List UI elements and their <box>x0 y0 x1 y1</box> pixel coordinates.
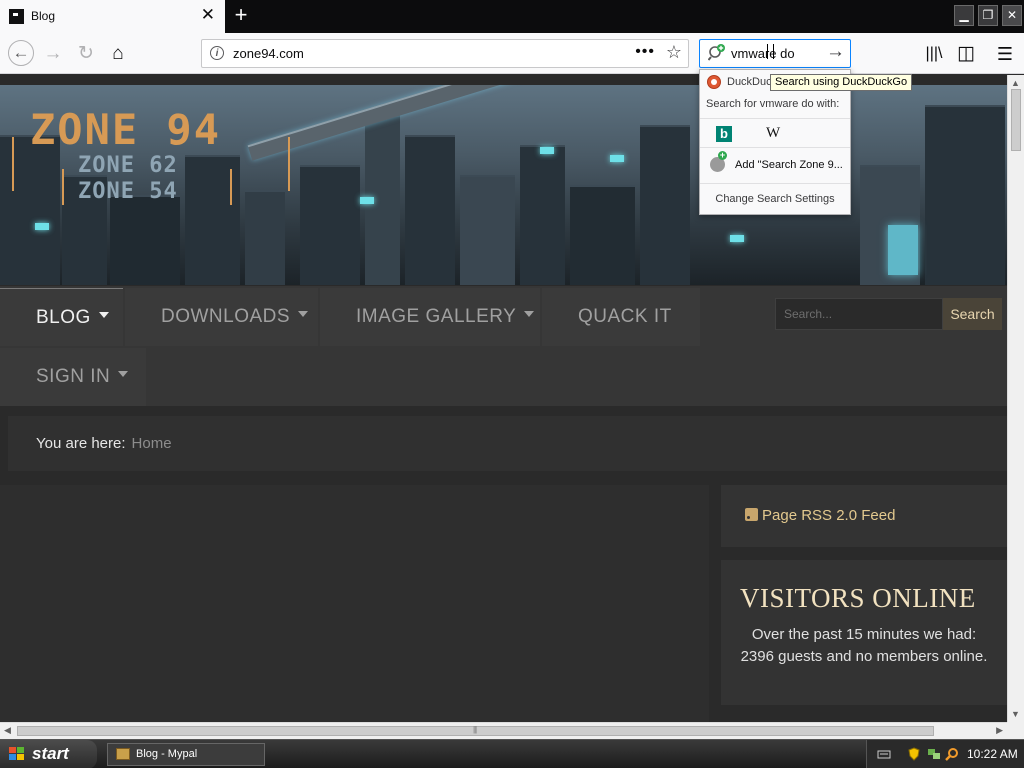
page-actions-icon[interactable]: ••• <box>635 43 655 61</box>
scroll-down-icon[interactable]: ▼ <box>1011 709 1020 719</box>
nav-item-label: DOWNLOADS <box>161 306 291 327</box>
breadcrumb-prefix: You are here: <box>36 435 126 452</box>
site-logo[interactable]: ZONE 94 <box>30 105 221 154</box>
new-tab-button[interactable]: + <box>229 2 253 28</box>
window-close-button[interactable]: ✕ <box>1002 5 1022 26</box>
scroll-up-icon[interactable]: ▲ <box>1011 78 1020 88</box>
nav-item-blog[interactable]: BLOG <box>0 288 123 346</box>
system-tray: 10:22 AM <box>866 740 1024 768</box>
vertical-scroll-thumb[interactable] <box>1011 89 1021 151</box>
rss-feed-link[interactable]: Page RSS 2.0 Feed <box>762 507 895 524</box>
visitors-text: Over the past 15 minutes we had: 2396 gu… <box>740 626 988 665</box>
search-with-label: Search for vmware do with: <box>706 98 840 110</box>
search-bar[interactable]: vmware do → <box>699 39 851 68</box>
nav-item-sign-in[interactable]: SIGN IN <box>0 348 146 406</box>
taskbar-item-label: Blog - Mypal <box>136 748 198 760</box>
web-page: ZONE 94 ZONE 62 ZONE 54 BLOG DOWNLOADS I… <box>0 75 1007 722</box>
tab-blog[interactable]: Blog ✕ <box>0 0 225 33</box>
reload-button[interactable]: ↻ <box>74 42 98 66</box>
tooltip: Search using DuckDuckGo <box>770 74 913 91</box>
caret-down-icon <box>118 370 129 377</box>
forward-button[interactable]: → <box>41 42 65 66</box>
url-text[interactable]: zone94.com <box>233 46 304 61</box>
nav-item-label: SIGN IN <box>36 366 111 387</box>
visitors-online-widget: VISITORS ONLINE Over the past 15 minutes… <box>721 560 1007 705</box>
window-maximize-button[interactable]: ❐ <box>978 5 998 26</box>
start-label: start <box>32 744 69 763</box>
scroll-right-icon[interactable]: ▶ <box>996 725 1003 736</box>
taskbar-item-browser[interactable]: Blog - Mypal <box>107 743 265 766</box>
vertical-scrollbar[interactable]: ▲ ▼ <box>1007 75 1024 722</box>
library-button[interactable]: |||\ <box>922 42 946 66</box>
site-banner: ZONE 94 ZONE 62 ZONE 54 <box>0 85 1007 285</box>
sidebar-toggle-button[interactable]: ◫ <box>954 42 978 66</box>
network-icon[interactable] <box>927 747 941 761</box>
wikipedia-icon[interactable]: W <box>766 125 780 142</box>
caret-down-icon <box>98 311 109 318</box>
taskbar: start Blog - Mypal 10:22 AM <box>0 739 1024 768</box>
search-icon[interactable] <box>945 747 959 761</box>
add-engine-icon <box>710 151 727 172</box>
browser-toolbar: ← → ↻ ⌂ i zone94.com ••• ☆ vmware do → |… <box>0 33 1024 74</box>
url-bar[interactable]: i zone94.com ••• ☆ <box>201 39 689 68</box>
bing-icon[interactable]: b <box>716 126 732 142</box>
nav-item-label: IMAGE GALLERY <box>356 306 517 327</box>
home-button[interactable]: ⌂ <box>106 42 130 66</box>
tab-title: Blog <box>31 9 56 23</box>
horizontal-scrollbar[interactable]: ◀ ||| ▶ <box>0 722 1007 739</box>
nav-item-label: BLOG <box>36 307 91 328</box>
scroll-grip-icon: ||| <box>473 725 477 734</box>
duckduckgo-icon <box>707 75 721 89</box>
keyboard-icon[interactable] <box>877 747 891 761</box>
site-logo-sub-2: ZONE 54 <box>78 179 178 204</box>
site-favicon-icon <box>9 9 24 24</box>
add-engine-label: Add "Search Zone 9... <box>735 159 843 171</box>
site-logo-sub-1: ZONE 62 <box>78 153 178 178</box>
browser-app-icon <box>116 748 130 760</box>
caret-down-icon <box>298 310 309 317</box>
add-search-engine-item[interactable]: Add "Search Zone 9... <box>700 151 850 177</box>
change-search-settings-button[interactable]: Change Search Settings <box>700 183 850 213</box>
site-info-icon[interactable]: i <box>210 46 224 60</box>
search-engine-name: DuckDuc <box>727 76 772 88</box>
site-main-nav: BLOG DOWNLOADS IMAGE GALLERY QUACK IT SI… <box>0 286 1007 406</box>
main-content-area <box>0 485 709 722</box>
caret-down-icon <box>524 310 535 317</box>
search-engine-add-icon[interactable] <box>708 44 726 62</box>
tab-close-icon[interactable]: ✕ <box>201 6 215 23</box>
breadcrumb: You are here: Home <box>8 416 1007 471</box>
nav-item-image-gallery[interactable]: IMAGE GALLERY <box>320 288 540 346</box>
bookmark-star-icon[interactable]: ☆ <box>666 42 682 63</box>
site-search-input[interactable]: Search... <box>775 298 943 330</box>
nav-item-label: QUACK IT <box>578 306 672 327</box>
text-cursor-icon <box>767 44 774 59</box>
back-button[interactable]: ← <box>8 40 34 66</box>
start-button[interactable]: start <box>0 740 97 768</box>
nav-item-quack-it[interactable]: QUACK IT <box>542 288 700 346</box>
rss-icon <box>745 508 758 521</box>
rss-feed-widget: Page RSS 2.0 Feed <box>721 485 1007 547</box>
nav-item-downloads[interactable]: DOWNLOADS <box>125 288 318 346</box>
hamburger-menu-button[interactable]: ☰ <box>993 42 1017 66</box>
system-clock: 10:22 AM <box>967 747 1018 761</box>
window-minimize-button[interactable]: ▁ <box>954 5 974 26</box>
one-off-engines: b W <box>700 118 850 148</box>
search-input[interactable]: vmware do <box>731 46 795 61</box>
scroll-left-icon[interactable]: ◀ <box>4 725 11 736</box>
visitors-title: VISITORS ONLINE <box>740 583 976 613</box>
browser-title-bar: Blog ✕ + ▁ ❐ ✕ <box>0 0 1024 33</box>
search-go-icon[interactable]: → <box>826 41 845 63</box>
windows-flag-icon <box>9 747 26 762</box>
security-shield-icon[interactable] <box>907 747 921 761</box>
breadcrumb-home-link[interactable]: Home <box>132 435 172 452</box>
site-search-button[interactable]: Search <box>943 298 1002 330</box>
